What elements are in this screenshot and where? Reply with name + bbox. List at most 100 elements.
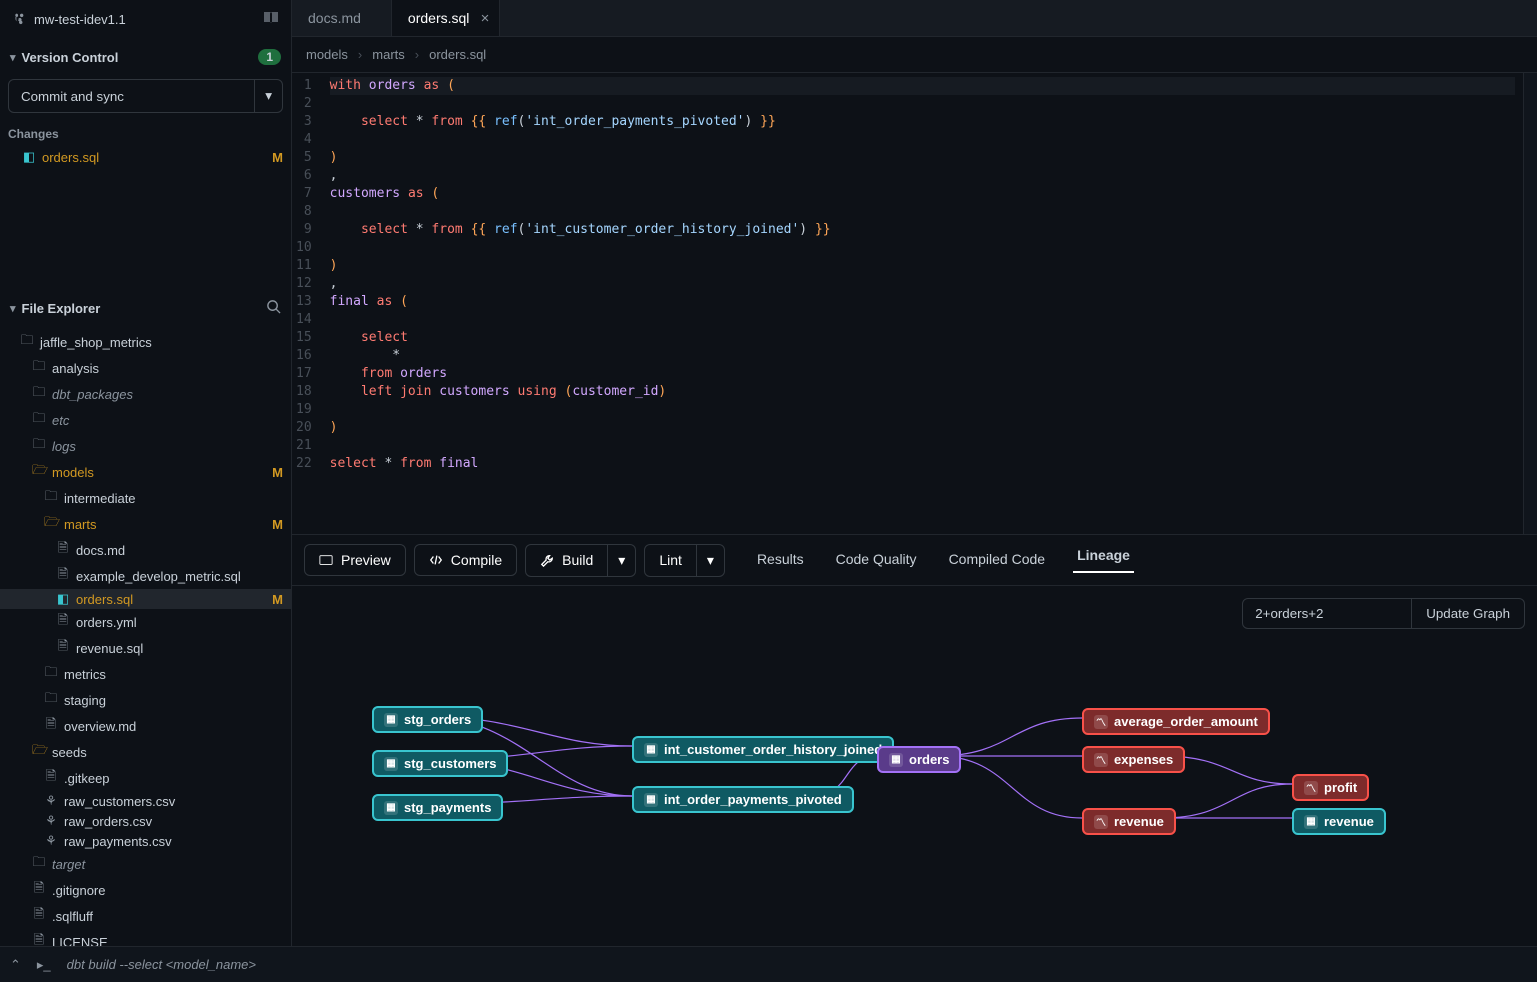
model-icon: ▦ [644,793,658,807]
chevron-down-icon: ▾ [10,51,16,64]
lineage-node-stg-payments[interactable]: ▦stg_payments [372,794,503,821]
terminal-icon[interactable]: ▸_ [37,957,51,973]
lint-button[interactable]: Lint [644,544,697,577]
tree-file[interactable]: ◧orders.sqlM [0,589,291,609]
tree-folder-marts[interactable]: 🗁 marts M [0,511,291,537]
tree-file[interactable]: 🗎example_develop_metric.sql [0,563,291,589]
tree-file[interactable]: 🗎.gitkeep [0,765,291,791]
breadcrumb-item[interactable]: orders.sql [429,47,486,62]
tree-file[interactable]: ⚘raw_payments.csv [0,831,291,851]
book-icon[interactable] [263,10,279,29]
seed-icon: ⚘ [44,833,58,849]
seed-icon: ⚘ [44,793,58,809]
chevron-right-icon: › [358,47,362,62]
build-button[interactable]: Build [525,544,608,577]
folder-open-icon: 🗁 [32,741,46,763]
lineage-node-int-payments[interactable]: ▦int_order_payments_pivoted [632,786,854,813]
file-icon: 🗎 [32,879,46,901]
compiled-code-tab[interactable]: Compiled Code [945,543,1050,577]
status-badge: M [272,150,283,165]
folder-icon: 🗀 [32,853,46,875]
editor-minimap[interactable] [1523,73,1537,534]
tree-folder[interactable]: 🗀etc [0,407,291,433]
file-icon: 🗎 [44,767,58,789]
version-control-header[interactable]: ▾ Version Control 1 [0,39,291,75]
preview-button[interactable]: Preview [304,544,406,576]
tree-file[interactable]: 🗎docs.md [0,537,291,563]
tree-file[interactable]: 🗎LICENSE [0,929,291,946]
tab-docs[interactable]: docs.md [292,0,392,36]
lineage-tab[interactable]: Lineage [1073,539,1134,573]
chevron-up-icon[interactable]: ⌃ [10,957,21,973]
folder-open-icon: 🗁 [32,461,46,483]
code-quality-tab[interactable]: Code Quality [832,543,921,577]
tree-folder[interactable]: 🗀analysis [0,355,291,381]
commit-dropdown-button[interactable]: ▾ [255,79,283,113]
tree-file[interactable]: 🗎orders.yml [0,609,291,635]
tab-orders[interactable]: orders.sql × [392,0,500,36]
tree-folder-root[interactable]: 🗀 jaffle_shop_metrics [0,329,291,355]
tree-folder[interactable]: 🗀logs [0,433,291,459]
build-dropdown[interactable]: ▾ [608,544,636,577]
metric-icon: 〽 [1094,753,1108,767]
tree-file[interactable]: 🗎.gitignore [0,877,291,903]
branch-icon [12,11,26,28]
lineage-node-profit[interactable]: 〽profit [1292,774,1369,801]
lineage-node-int-history[interactable]: ▦int_customer_order_history_joined [632,736,894,763]
change-file-name: orders.sql [42,150,99,165]
tree-file[interactable]: 🗎.sqlfluff [0,903,291,929]
file-explorer-title: File Explorer [22,301,101,316]
close-icon[interactable]: × [481,10,490,27]
breadcrumb: models › marts › orders.sql [292,37,1537,73]
lineage-node-orders[interactable]: ▦orders [877,746,961,773]
commit-sync-button[interactable]: Commit and sync [8,79,255,113]
lint-dropdown[interactable]: ▾ [697,544,725,577]
lineage-node-revenue[interactable]: 〽revenue [1082,808,1176,835]
command-hint[interactable]: dbt build --select <model_name> [67,957,256,972]
tree-file[interactable]: ⚘raw_orders.csv [0,811,291,831]
file-icon: 🗎 [32,931,46,946]
folder-icon: 🗀 [44,663,58,685]
editor-area: docs.md orders.sql × models › marts › or… [292,0,1537,946]
metric-icon: 〽 [1304,781,1318,795]
metric-icon: 〽 [1094,715,1108,729]
model-icon: ◧ [22,149,36,165]
tree-folder-target[interactable]: 🗀 target [0,851,291,877]
breadcrumb-item[interactable]: models [306,47,348,62]
version-control-title: Version Control [22,50,119,65]
editor-code[interactable]: with orders as ( select * from {{ ref('i… [322,73,1523,534]
tree-file-overview[interactable]: 🗎 overview.md [0,713,291,739]
file-explorer-header[interactable]: ▾ File Explorer [0,289,291,327]
breadcrumb-item[interactable]: marts [372,47,405,62]
file-icon: 🗎 [44,715,58,737]
tab-bar: docs.md orders.sql × [292,0,1537,37]
compile-button[interactable]: Compile [414,544,517,576]
lineage-node-avg-order[interactable]: 〽average_order_amount [1082,708,1270,735]
tree-file[interactable]: 🗎revenue.sql [0,635,291,661]
tree-folder[interactable]: 🗀metrics [0,661,291,687]
tree-file[interactable]: ⚘raw_customers.csv [0,791,291,811]
code-editor[interactable]: 12345678910111213141516171819202122 with… [292,73,1537,534]
tree-folder[interactable]: 🗀staging [0,687,291,713]
lineage-node-revenue-model[interactable]: ▦revenue [1292,808,1386,835]
chevron-right-icon: › [415,47,419,62]
lineage-node-stg-customers[interactable]: ▦stg_customers [372,750,508,777]
command-footer: ⌃ ▸_ dbt build --select <model_name> [0,946,1537,982]
results-tab[interactable]: Results [753,543,808,577]
search-icon[interactable] [266,299,281,317]
file-icon: 🗎 [56,637,70,659]
tree-folder[interactable]: 🗀dbt_packages [0,381,291,407]
model-icon: ▦ [644,743,658,757]
lineage-node-stg-orders[interactable]: ▦stg_orders [372,706,483,733]
tree-folder-seeds[interactable]: 🗁 seeds [0,739,291,765]
folder-icon: 🗀 [32,383,46,405]
file-icon: 🗎 [56,565,70,587]
change-item[interactable]: ◧ orders.sql M [0,145,291,169]
tree-folder-intermediate[interactable]: 🗀 intermediate [0,485,291,511]
tree-folder-models[interactable]: 🗁 models M [0,459,291,485]
branch-name[interactable]: mw-test-idev1.1 [34,12,255,27]
lineage-panel[interactable]: Update Graph ▦stg_orders ▦stg_customers … [292,586,1537,946]
folder-icon: 🗀 [32,409,46,431]
lineage-node-expenses[interactable]: 〽expenses [1082,746,1185,773]
folder-icon: 🗀 [44,689,58,711]
